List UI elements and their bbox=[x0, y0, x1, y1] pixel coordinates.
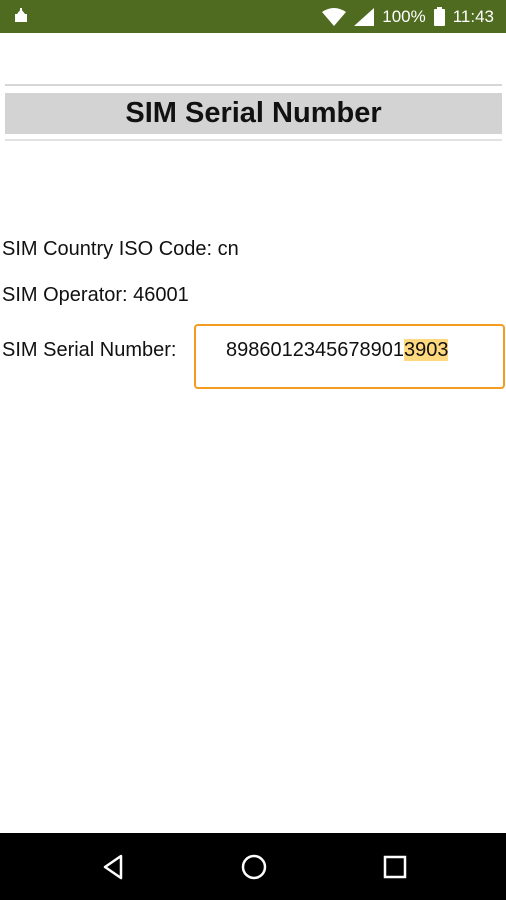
home-icon[interactable] bbox=[239, 852, 269, 882]
notification-icon bbox=[14, 8, 32, 26]
back-icon[interactable] bbox=[99, 852, 129, 882]
navigation-bar bbox=[0, 833, 506, 900]
sim-serial-label: SIM Serial Number: bbox=[2, 339, 177, 361]
title-divider-bottom bbox=[5, 139, 502, 141]
sim-serial-field[interactable]: 89860123456789013903 bbox=[194, 324, 505, 389]
battery-icon bbox=[433, 7, 445, 26]
sim-serial-selected-text: 3903 bbox=[403, 339, 449, 361]
signal-icon bbox=[354, 7, 375, 26]
wifi-icon bbox=[322, 7, 347, 26]
clock-time: 11:43 bbox=[452, 6, 494, 26]
title-bar: SIM Serial Number bbox=[5, 93, 502, 134]
page-title: SIM Serial Number bbox=[125, 97, 382, 129]
status-icons: 100% 11:43 bbox=[322, 0, 494, 33]
sim-country-iso-text: SIM Country ISO Code: cn bbox=[2, 238, 239, 260]
recents-icon[interactable] bbox=[380, 852, 410, 882]
status-bar: 100% 11:43 bbox=[0, 0, 506, 33]
battery-percent: 100% bbox=[382, 6, 426, 26]
sim-serial-value-prefix: 8986012345678901 bbox=[226, 339, 404, 361]
title-divider-top bbox=[5, 84, 502, 86]
sim-operator-text: SIM Operator: 46001 bbox=[2, 284, 189, 306]
sim-serial-value[interactable]: 89860123456789013903 bbox=[226, 339, 449, 362]
